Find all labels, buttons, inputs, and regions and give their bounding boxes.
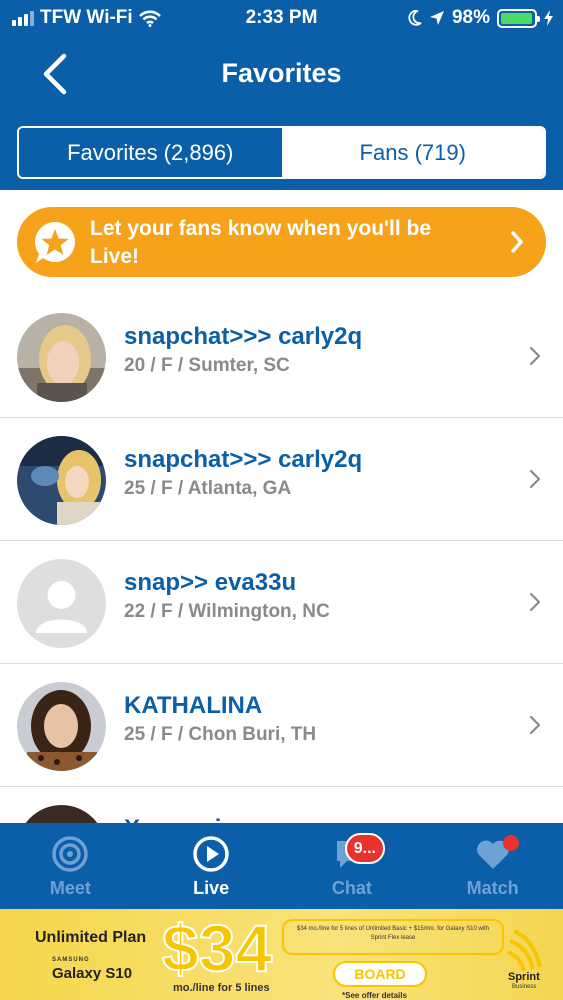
ad-price: $34 (161, 910, 273, 986)
avatar-placeholder (17, 559, 106, 648)
play-circle-icon (193, 836, 229, 872)
advertisement-banner[interactable]: Unlimited Plan SAMSUNG Galaxy S10 $34 mo… (0, 909, 563, 1000)
battery-percent: 98% (451, 7, 490, 28)
content-area: Let your fans know when you'll be Live! … (0, 190, 563, 823)
chevron-right-icon (529, 715, 541, 735)
ad-logo-subtext: Business (512, 984, 537, 990)
list-item[interactable]: Xxxx.nain (0, 787, 563, 823)
tab-bar: Meet Live 9... Chat Match (0, 823, 563, 909)
user-name: Xxxx.nain (124, 815, 236, 823)
status-right: 98% (408, 7, 553, 29)
tab-meet[interactable]: Meet (0, 823, 141, 909)
list-item[interactable]: KATHALINA 25 / F / Chon Buri, TH (0, 664, 563, 787)
favorites-list: snapchat>>> carly2q 20 / F / Sumter, SC … (0, 295, 563, 823)
header: TFW Wi-Fi 2:33 PM 98% Favorites Favorite… (0, 0, 563, 190)
avatar (17, 682, 106, 771)
chevron-right-icon (529, 346, 541, 366)
go-live-banner[interactable]: Let your fans know when you'll be Live! (17, 207, 546, 277)
chat-badge: 9... (344, 833, 385, 864)
tab-fans[interactable]: Fans (719) (281, 128, 544, 177)
chevron-right-icon (529, 592, 541, 612)
user-details: 20 / F / Sumter, SC (124, 355, 290, 376)
tab-chat[interactable]: 9... Chat (282, 823, 423, 909)
tab-label: Chat (331, 878, 372, 898)
battery-icon (497, 8, 540, 28)
ad-per-line: mo./line for 5 lines (173, 982, 270, 994)
ad-cta-button[interactable]: BOARD (333, 961, 427, 987)
sprint-logo-icon (507, 929, 542, 972)
page-title: Favorites (221, 58, 342, 88)
avatar (17, 313, 106, 402)
location-arrow-icon (429, 11, 444, 25)
avatar (17, 436, 106, 525)
tab-label: Meet (49, 878, 91, 898)
ad-plan: Unlimited Plan (35, 929, 147, 946)
status-bar: TFW Wi-Fi 2:33 PM 98% (0, 0, 563, 38)
chevron-right-icon (511, 231, 523, 253)
user-name: snapchat>>> carly2q (124, 323, 363, 350)
moon-icon (408, 10, 422, 26)
charging-bolt-icon (544, 10, 553, 26)
ad-details: *See offer details (342, 991, 407, 1000)
avatar (17, 805, 106, 823)
ad-brand: SAMSUNG (52, 957, 90, 963)
user-name: snap>> eva33u (124, 569, 297, 596)
chevron-right-icon (529, 469, 541, 489)
tab-favorites[interactable]: Favorites (2,896) (19, 128, 282, 177)
list-item[interactable]: snapchat>>> carly2q 20 / F / Sumter, SC (0, 295, 563, 418)
list-item[interactable]: snap>> eva33u 22 / F / Wilmington, NC (0, 541, 563, 664)
battery-level (501, 12, 533, 24)
list-item[interactable]: snapchat>>> carly2q 25 / F / Atlanta, GA (0, 418, 563, 541)
tab-label: Match (466, 878, 519, 898)
banner-text: Let your fans know when you'll be Live! (90, 217, 432, 268)
user-details: 25 / F / Atlanta, GA (124, 478, 292, 499)
tab-label: Live (193, 878, 230, 898)
ad-device: Galaxy S10 (52, 965, 133, 982)
tab-live[interactable]: Live (141, 823, 282, 909)
user-details: 22 / F / Wilmington, NC (124, 601, 330, 622)
tab-match[interactable]: Match (422, 823, 563, 909)
ad-logo-text: Sprint (508, 971, 540, 983)
meet-target-icon (52, 836, 89, 872)
star-bubble-icon (34, 222, 75, 263)
user-name: snapchat>>> carly2q (124, 446, 363, 473)
match-notification-dot (502, 835, 519, 851)
ad-fine-print: $34 mo./line for 5 lines of Unlimited Ba… (282, 919, 504, 955)
user-details: 25 / F / Chon Buri, TH (124, 724, 317, 745)
user-name: KATHALINA (124, 692, 263, 719)
segmented-control: Favorites (2,896) Fans (719) (17, 126, 546, 179)
